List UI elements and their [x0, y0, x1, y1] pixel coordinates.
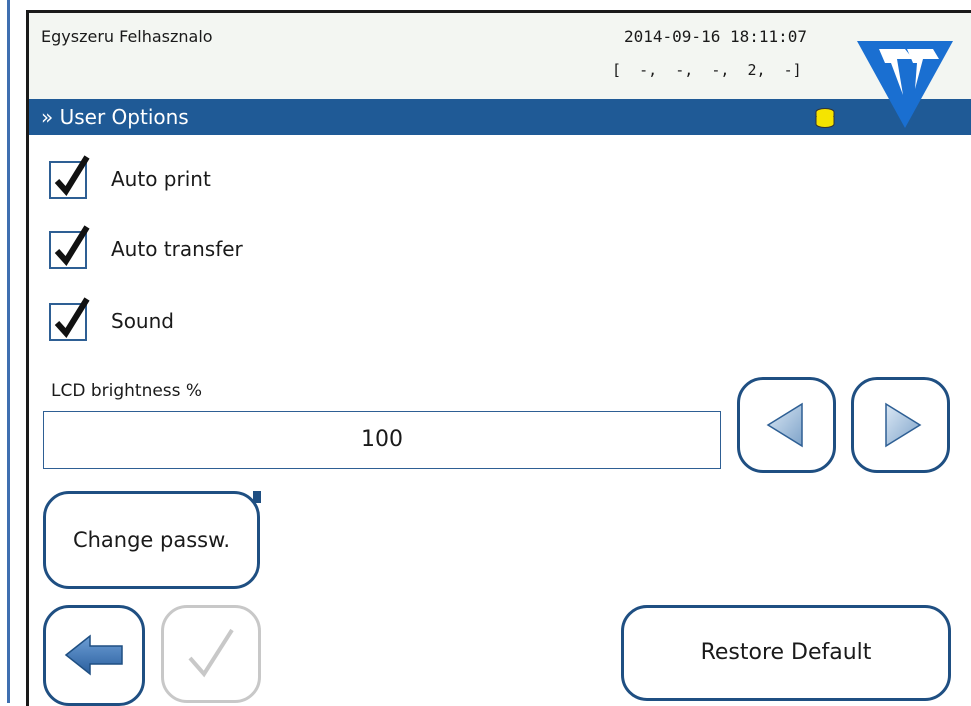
- auto-print-checkbox[interactable]: [49, 155, 90, 199]
- checkmark-icon: [54, 155, 90, 196]
- triangle-left-icon: [766, 402, 803, 448]
- arrow-left-icon: [64, 634, 123, 676]
- database-icon: [815, 108, 835, 128]
- button-corner-marker: [253, 491, 261, 503]
- checkmark-icon: [188, 628, 234, 678]
- left-margin-bar: [7, 0, 10, 703]
- sound-checkbox[interactable]: [49, 297, 90, 341]
- checkmark-icon: [54, 297, 90, 338]
- auto-transfer-checkbox[interactable]: [49, 225, 90, 269]
- checkmark-icon: [54, 225, 90, 266]
- lcd-brightness-field[interactable]: 100: [43, 411, 721, 469]
- date-time: 2014-09-16 18:11:07: [624, 27, 808, 46]
- restore-default-label: Restore Default: [700, 640, 872, 665]
- left-margin: [0, 0, 14, 703]
- brand-logo: [857, 41, 953, 128]
- increase-brightness-button[interactable]: [851, 377, 950, 473]
- decrease-brightness-button[interactable]: [737, 377, 836, 473]
- auto-print-label: Auto print: [111, 167, 211, 191]
- auto-transfer-label: Auto transfer: [111, 237, 243, 261]
- change-password-label: Change passw.: [72, 528, 231, 552]
- confirm-button[interactable]: [161, 605, 261, 703]
- change-password-button[interactable]: Change passw.: [43, 491, 260, 589]
- status-header: Egyszeru Felhasznalo 2014-09-16 18:11:07…: [29, 13, 971, 99]
- back-button[interactable]: [43, 605, 145, 706]
- device-screen: Egyszeru Felhasznalo 2014-09-16 18:11:07…: [26, 10, 971, 706]
- triangle-right-icon: [885, 402, 922, 448]
- restore-default-button[interactable]: Restore Default: [621, 605, 951, 701]
- sound-label: Sound: [111, 309, 174, 333]
- lcd-brightness-label: LCD brightness %: [51, 381, 203, 401]
- user-name: Egyszeru Felhasznalo: [41, 27, 213, 46]
- lcd-brightness-value: 100: [361, 427, 403, 452]
- status-codes: [ -, -, -, 2, -]: [612, 61, 802, 79]
- page-title: » User Options: [41, 105, 189, 129]
